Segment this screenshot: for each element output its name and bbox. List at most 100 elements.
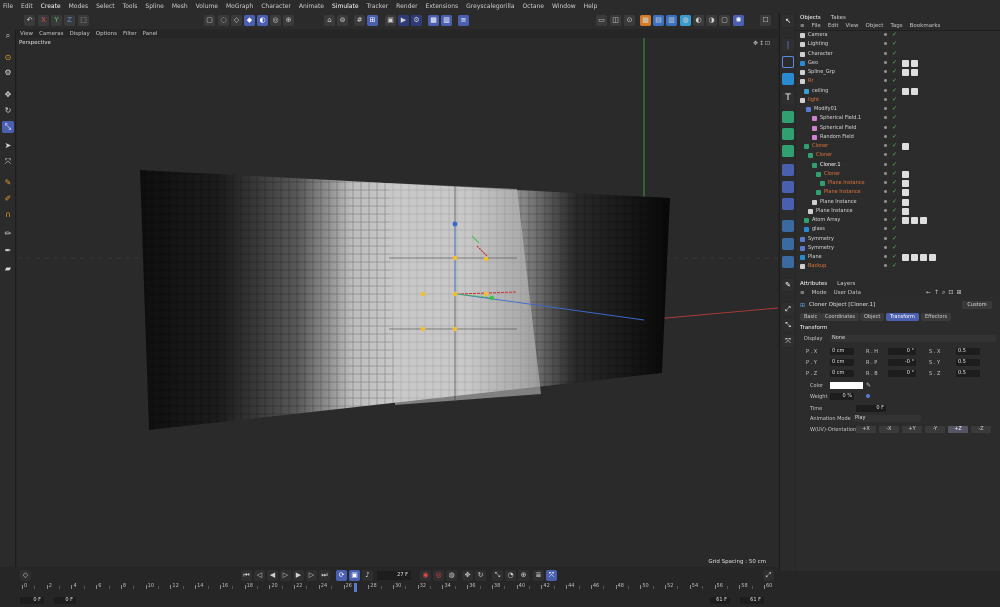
key-position-icon[interactable]: ✥ bbox=[462, 570, 473, 581]
axis-mode-icon[interactable]: ◎ bbox=[270, 15, 281, 26]
render-region-icon[interactable]: ▣ bbox=[385, 15, 396, 26]
object-name[interactable]: glass bbox=[812, 226, 825, 232]
workplane-icon[interactable]: ⊞ bbox=[367, 15, 378, 26]
snap-settings-icon[interactable]: ⊚ bbox=[337, 15, 348, 26]
visibility-dot-icon[interactable] bbox=[884, 97, 887, 101]
object-tag-icon[interactable] bbox=[911, 217, 918, 224]
tab-attributes[interactable]: Attributes bbox=[800, 281, 827, 287]
hamburger-icon[interactable]: ≡ bbox=[800, 290, 805, 296]
object-row[interactable]: Cloner ✓ bbox=[796, 151, 1000, 161]
visibility-dot-icon[interactable] bbox=[884, 60, 887, 64]
previous-frame-icon[interactable]: ◀ bbox=[267, 570, 278, 581]
menu-tools[interactable]: Tools bbox=[123, 3, 138, 10]
object-tag-icon[interactable] bbox=[911, 69, 918, 76]
enabled-check-icon[interactable]: ✓ bbox=[892, 133, 897, 140]
light-object-icon[interactable] bbox=[782, 238, 794, 250]
scale-handle[interactable] bbox=[452, 291, 458, 297]
enabled-check-icon[interactable]: ✓ bbox=[892, 151, 897, 158]
visibility-dot-icon[interactable] bbox=[884, 33, 887, 36]
object-row[interactable]: light ✓ bbox=[796, 96, 1000, 105]
y-axis-handle[interactable] bbox=[489, 295, 495, 301]
snap-icon[interactable]: ⌂ bbox=[324, 15, 335, 26]
points-mode-icon[interactable]: ◌ bbox=[218, 15, 229, 26]
object-row[interactable]: Spherical Field ✓ bbox=[796, 124, 1000, 133]
object-name[interactable]: ceiling bbox=[812, 88, 828, 94]
r-p-field[interactable]: -0 ° bbox=[888, 359, 916, 366]
resize-icon[interactable]: ⤡ bbox=[782, 319, 794, 331]
hamburger-icon[interactable]: ≡ bbox=[800, 23, 805, 29]
enabled-check-icon[interactable]: ✓ bbox=[892, 59, 897, 66]
visibility-dot-icon[interactable] bbox=[884, 116, 887, 120]
display-dropdown[interactable]: None bbox=[830, 335, 996, 342]
floor-icon[interactable]: ◑ bbox=[706, 15, 717, 26]
camera-object-icon[interactable] bbox=[782, 256, 794, 268]
object-name[interactable]: Spherical Field.1 bbox=[820, 115, 861, 121]
pointer-icon[interactable]: ➤ bbox=[2, 140, 14, 152]
visibility-dot-icon[interactable] bbox=[884, 236, 887, 240]
enabled-check-icon[interactable]: ✓ bbox=[892, 235, 897, 242]
enabled-check-icon[interactable]: ✓ bbox=[892, 225, 897, 232]
enabled-check-icon[interactable]: ✓ bbox=[892, 142, 897, 149]
visibility-dot-icon[interactable] bbox=[884, 171, 887, 175]
viewport-canvas[interactable] bbox=[17, 38, 778, 567]
live-selection-icon[interactable]: ⊙ bbox=[2, 52, 14, 64]
timeline-expand-icon[interactable]: ⤢ bbox=[763, 570, 774, 581]
p-x-field[interactable]: 0 cm bbox=[830, 348, 854, 355]
enabled-check-icon[interactable]: ✓ bbox=[892, 40, 897, 47]
cube-icon[interactable] bbox=[782, 56, 794, 68]
visibility-dot-icon[interactable] bbox=[884, 88, 887, 92]
objects-menu-edit[interactable]: Edit bbox=[828, 23, 839, 29]
picture-viewer-icon[interactable]: ▥ bbox=[441, 15, 452, 26]
undo-icon[interactable]: ↶ bbox=[24, 15, 35, 26]
tab-layers[interactable]: Layers bbox=[837, 281, 855, 287]
key-pla-icon[interactable]: ⊕ bbox=[518, 570, 529, 581]
object-name[interactable]: Lighting bbox=[808, 41, 828, 47]
object-tag-icon[interactable] bbox=[902, 170, 909, 178]
end-frame-field[interactable]: 61 F bbox=[740, 597, 764, 604]
sculpt-tool-icon[interactable]: ✒ bbox=[2, 245, 14, 257]
object-tag-icon[interactable] bbox=[911, 87, 918, 95]
object-row[interactable]: Atom Array ✓ bbox=[796, 216, 1000, 226]
s-y-field[interactable]: 0.5 bbox=[956, 359, 980, 366]
visibility-dot-icon[interactable] bbox=[884, 255, 887, 258]
menu-select[interactable]: Select bbox=[96, 3, 115, 10]
menu-extensions[interactable]: Extensions bbox=[426, 3, 459, 10]
timeline-ruler[interactable]: 0 2 4 6 8 10 12 14 16 18 20 22 24 26 28 30 32 34 36 38 40 42 4… bbox=[22, 583, 772, 595]
enabled-check-icon[interactable]: ✓ bbox=[892, 161, 897, 168]
animation-mode-dropdown[interactable]: Play bbox=[853, 415, 921, 422]
p-y-field[interactable]: 0 cm bbox=[830, 359, 854, 366]
object-tag-icon[interactable] bbox=[902, 143, 909, 150]
render-view-icon[interactable]: ▶ bbox=[398, 15, 409, 26]
object-tag-icon[interactable] bbox=[920, 217, 927, 224]
visibility-dot-icon[interactable] bbox=[884, 227, 887, 231]
object-row[interactable]: Cloner ✓ bbox=[796, 142, 1000, 152]
rotate-tool-icon[interactable]: ↻ bbox=[2, 105, 14, 117]
z-axis-lock-icon[interactable]: Z bbox=[64, 15, 75, 26]
texture-mode-icon[interactable]: ⊕ bbox=[283, 15, 294, 26]
visibility-dot-icon[interactable] bbox=[884, 264, 887, 268]
scale-tool-icon[interactable]: ⤡ bbox=[2, 121, 14, 133]
sound-icon[interactable]: ♪ bbox=[362, 570, 373, 581]
visibility-dot-icon[interactable] bbox=[884, 199, 887, 203]
object-row[interactable]: Plane Instance ✓ bbox=[796, 198, 1000, 207]
objects-menu-view[interactable]: View bbox=[845, 23, 858, 29]
selection-settings-icon[interactable]: ⚙ bbox=[2, 67, 14, 79]
key-param-icon[interactable]: ◔ bbox=[505, 570, 516, 581]
enabled-check-icon[interactable]: ✓ bbox=[892, 68, 897, 75]
object-row[interactable]: Modify01 ✓ bbox=[796, 105, 1000, 115]
orient-plus-z-button[interactable]: +Z bbox=[948, 426, 968, 433]
object-row[interactable]: Cloner ✓ bbox=[796, 170, 1000, 179]
object-row[interactable]: Lighting ✓ bbox=[796, 40, 1000, 50]
preview-end-field[interactable]: 61 F bbox=[710, 597, 730, 604]
viewport-layout-icon[interactable]: ▭ bbox=[596, 15, 607, 26]
object-tag-icon[interactable] bbox=[902, 69, 909, 76]
object-row[interactable]: Spline_Grp ✓ bbox=[796, 68, 1000, 78]
orient-plus-y-button[interactable]: +Y bbox=[902, 426, 922, 433]
object-name[interactable]: light bbox=[808, 97, 819, 103]
menu-octane[interactable]: Octane bbox=[522, 3, 544, 10]
scale-handle[interactable] bbox=[452, 326, 458, 332]
time-field[interactable]: 0 F bbox=[856, 405, 886, 412]
custom-dropdown[interactable]: Custom bbox=[962, 301, 992, 309]
object-row[interactable]: Plane ✓ bbox=[796, 253, 1000, 263]
menu-greyscalegorilla[interactable]: Greyscalegorilla bbox=[466, 3, 514, 10]
